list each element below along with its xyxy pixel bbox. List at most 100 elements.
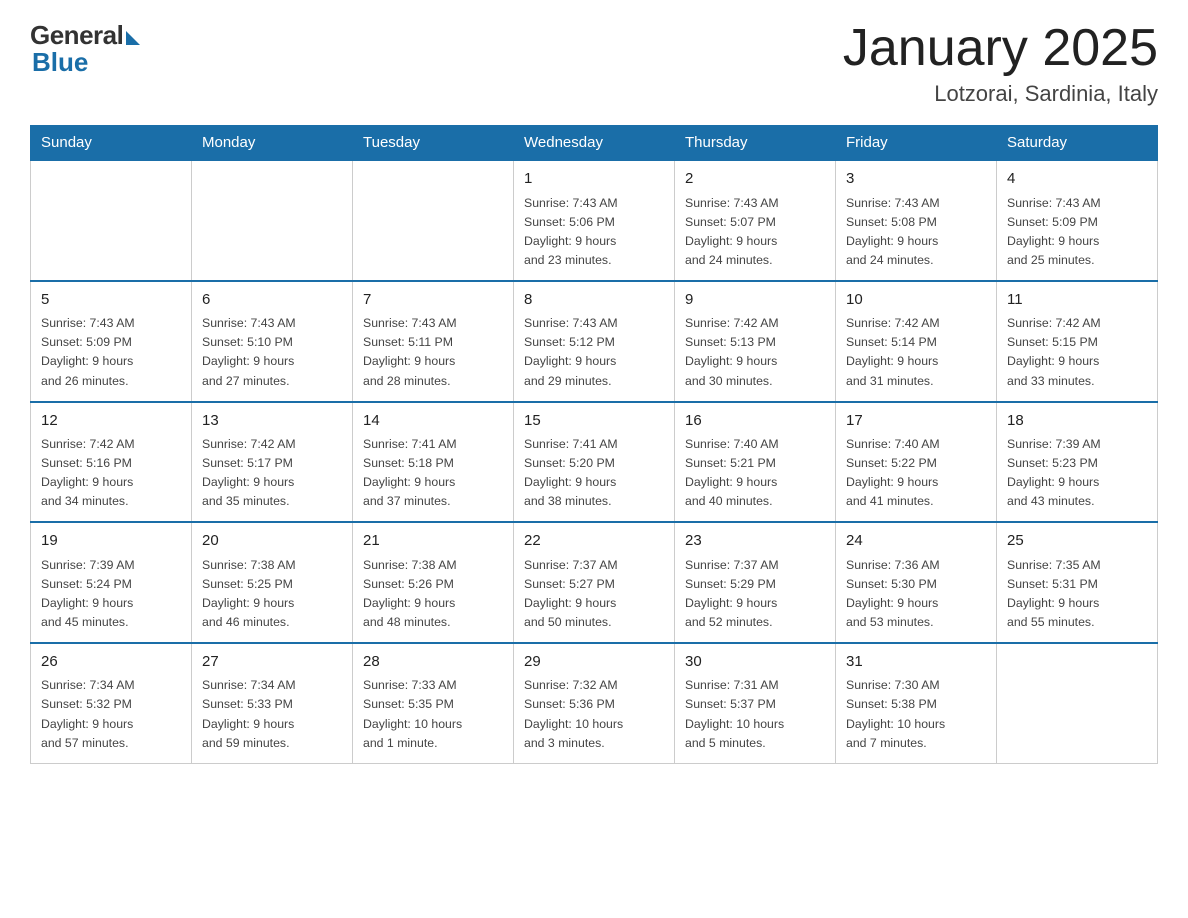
calendar-day-4: 4 Sunrise: 7:43 AMSunset: 5:09 PMDaylight… <box>997 160 1158 281</box>
weekday-header-thursday: Thursday <box>675 126 836 161</box>
day-number: 28 <box>363 651 503 674</box>
day-info: Sunrise: 7:34 AMSunset: 5:33 PMDaylight:… <box>202 676 342 752</box>
calendar-subtitle: Lotzorai, Sardinia, Italy <box>843 81 1158 107</box>
calendar-week-row: 12Sunrise: 7:42 AMSunset: 5:16 PMDayligh… <box>31 402 1158 523</box>
calendar-week-row: 1 Sunrise: 7:43 AMSunset: 5:06 PMDaylight… <box>31 160 1158 281</box>
day-number: 12 <box>41 410 181 433</box>
day-number: 31 <box>846 651 986 674</box>
day-number: 18 <box>1007 410 1147 433</box>
calendar-day-11: 11Sunrise: 7:42 AMSunset: 5:15 PMDayligh… <box>997 281 1158 402</box>
weekday-header-sunday: Sunday <box>31 126 192 161</box>
day-info: Sunrise: 7:43 AMSunset: 5:11 PMDaylight:… <box>363 314 503 390</box>
calendar-day-20: 20Sunrise: 7:38 AMSunset: 5:25 PMDayligh… <box>192 522 353 643</box>
day-number: 13 <box>202 410 342 433</box>
day-info: Sunrise: 7:30 AMSunset: 5:38 PMDaylight:… <box>846 676 986 752</box>
day-number: 16 <box>685 410 825 433</box>
calendar-header: SundayMondayTuesdayWednesdayThursdayFrid… <box>31 126 1158 161</box>
calendar-day-30: 30Sunrise: 7:31 AMSunset: 5:37 PMDayligh… <box>675 643 836 763</box>
weekday-header-row: SundayMondayTuesdayWednesdayThursdayFrid… <box>31 126 1158 161</box>
weekday-header-friday: Friday <box>836 126 997 161</box>
day-info: Sunrise: 7:37 AMSunset: 5:29 PMDaylight:… <box>685 556 825 632</box>
calendar-day-empty <box>353 160 514 281</box>
day-number: 30 <box>685 651 825 674</box>
day-number: 19 <box>41 530 181 553</box>
calendar-day-12: 12Sunrise: 7:42 AMSunset: 5:16 PMDayligh… <box>31 402 192 523</box>
day-info: Sunrise: 7:37 AMSunset: 5:27 PMDaylight:… <box>524 556 664 632</box>
day-number: 6 <box>202 289 342 312</box>
logo: General Blue <box>30 20 140 78</box>
day-info: Sunrise: 7:41 AMSunset: 5:20 PMDaylight:… <box>524 435 664 511</box>
day-info: Sunrise: 7:43 AMSunset: 5:09 PMDaylight:… <box>41 314 181 390</box>
logo-triangle-icon <box>126 31 140 45</box>
day-info: Sunrise: 7:43 AMSunset: 5:10 PMDaylight:… <box>202 314 342 390</box>
day-number: 2 <box>685 168 825 191</box>
calendar-table: SundayMondayTuesdayWednesdayThursdayFrid… <box>30 125 1158 763</box>
day-info: Sunrise: 7:40 AMSunset: 5:21 PMDaylight:… <box>685 435 825 511</box>
day-info: Sunrise: 7:42 AMSunset: 5:14 PMDaylight:… <box>846 314 986 390</box>
calendar-day-25: 25Sunrise: 7:35 AMSunset: 5:31 PMDayligh… <box>997 522 1158 643</box>
day-number: 8 <box>524 289 664 312</box>
day-info: Sunrise: 7:36 AMSunset: 5:30 PMDaylight:… <box>846 556 986 632</box>
calendar-day-empty <box>192 160 353 281</box>
calendar-day-2: 2 Sunrise: 7:43 AMSunset: 5:07 PMDaylight… <box>675 160 836 281</box>
page-header: General Blue January 2025 Lotzorai, Sard… <box>30 20 1158 107</box>
calendar-day-3: 3Sunrise: 7:43 AMSunset: 5:08 PMDaylight… <box>836 160 997 281</box>
day-number: 27 <box>202 651 342 674</box>
day-info: Sunrise: 7:43 AMSunset: 5:08 PMDaylight:… <box>846 194 986 270</box>
day-number: 10 <box>846 289 986 312</box>
day-number: 5 <box>41 289 181 312</box>
day-info: Sunrise: 7:38 AMSunset: 5:25 PMDaylight:… <box>202 556 342 632</box>
day-number: 9 <box>685 289 825 312</box>
day-info: Sunrise: 7:39 AMSunset: 5:24 PMDaylight:… <box>41 556 181 632</box>
title-block: January 2025 Lotzorai, Sardinia, Italy <box>843 20 1158 107</box>
day-info: Sunrise: 7:43 AMSunset: 5:06 PMDaylight:… <box>524 194 664 270</box>
day-info: Sunrise: 7:31 AMSunset: 5:37 PMDaylight:… <box>685 676 825 752</box>
day-number: 11 <box>1007 289 1147 312</box>
weekday-header-tuesday: Tuesday <box>353 126 514 161</box>
calendar-day-empty <box>997 643 1158 763</box>
day-number: 4 <box>1007 168 1147 191</box>
day-number: 15 <box>524 410 664 433</box>
day-info: Sunrise: 7:33 AMSunset: 5:35 PMDaylight:… <box>363 676 503 752</box>
calendar-day-31: 31Sunrise: 7:30 AMSunset: 5:38 PMDayligh… <box>836 643 997 763</box>
day-number: 1 <box>524 168 664 191</box>
calendar-day-1: 1 Sunrise: 7:43 AMSunset: 5:06 PMDaylight… <box>514 160 675 281</box>
weekday-header-saturday: Saturday <box>997 126 1158 161</box>
calendar-day-13: 13Sunrise: 7:42 AMSunset: 5:17 PMDayligh… <box>192 402 353 523</box>
day-number: 24 <box>846 530 986 553</box>
calendar-day-15: 15Sunrise: 7:41 AMSunset: 5:20 PMDayligh… <box>514 402 675 523</box>
calendar-day-17: 17Sunrise: 7:40 AMSunset: 5:22 PMDayligh… <box>836 402 997 523</box>
calendar-day-27: 27Sunrise: 7:34 AMSunset: 5:33 PMDayligh… <box>192 643 353 763</box>
calendar-day-19: 19 Sunrise: 7:39 AMSunset: 5:24 PMDayligh… <box>31 522 192 643</box>
day-info: Sunrise: 7:39 AMSunset: 5:23 PMDaylight:… <box>1007 435 1147 511</box>
day-info: Sunrise: 7:38 AMSunset: 5:26 PMDaylight:… <box>363 556 503 632</box>
day-info: Sunrise: 7:32 AMSunset: 5:36 PMDaylight:… <box>524 676 664 752</box>
calendar-day-29: 29Sunrise: 7:32 AMSunset: 5:36 PMDayligh… <box>514 643 675 763</box>
day-number: 29 <box>524 651 664 674</box>
day-number: 14 <box>363 410 503 433</box>
calendar-body: 1 Sunrise: 7:43 AMSunset: 5:06 PMDaylight… <box>31 160 1158 763</box>
day-info: Sunrise: 7:43 AMSunset: 5:07 PMDaylight:… <box>685 194 825 270</box>
calendar-week-row: 5Sunrise: 7:43 AMSunset: 5:09 PMDaylight… <box>31 281 1158 402</box>
calendar-day-5: 5Sunrise: 7:43 AMSunset: 5:09 PMDaylight… <box>31 281 192 402</box>
calendar-day-8: 8Sunrise: 7:43 AMSunset: 5:12 PMDaylight… <box>514 281 675 402</box>
weekday-header-wednesday: Wednesday <box>514 126 675 161</box>
day-info: Sunrise: 7:42 AMSunset: 5:16 PMDaylight:… <box>41 435 181 511</box>
day-info: Sunrise: 7:35 AMSunset: 5:31 PMDaylight:… <box>1007 556 1147 632</box>
day-info: Sunrise: 7:42 AMSunset: 5:17 PMDaylight:… <box>202 435 342 511</box>
calendar-day-23: 23Sunrise: 7:37 AMSunset: 5:29 PMDayligh… <box>675 522 836 643</box>
day-number: 22 <box>524 530 664 553</box>
calendar-day-10: 10Sunrise: 7:42 AMSunset: 5:14 PMDayligh… <box>836 281 997 402</box>
logo-blue-text: Blue <box>30 47 88 78</box>
calendar-day-9: 9Sunrise: 7:42 AMSunset: 5:13 PMDaylight… <box>675 281 836 402</box>
day-number: 26 <box>41 651 181 674</box>
calendar-day-28: 28Sunrise: 7:33 AMSunset: 5:35 PMDayligh… <box>353 643 514 763</box>
day-number: 17 <box>846 410 986 433</box>
calendar-day-empty <box>31 160 192 281</box>
day-info: Sunrise: 7:43 AMSunset: 5:09 PMDaylight:… <box>1007 194 1147 270</box>
calendar-day-6: 6Sunrise: 7:43 AMSunset: 5:10 PMDaylight… <box>192 281 353 402</box>
day-number: 21 <box>363 530 503 553</box>
day-info: Sunrise: 7:34 AMSunset: 5:32 PMDaylight:… <box>41 676 181 752</box>
day-info: Sunrise: 7:42 AMSunset: 5:13 PMDaylight:… <box>685 314 825 390</box>
day-info: Sunrise: 7:41 AMSunset: 5:18 PMDaylight:… <box>363 435 503 511</box>
